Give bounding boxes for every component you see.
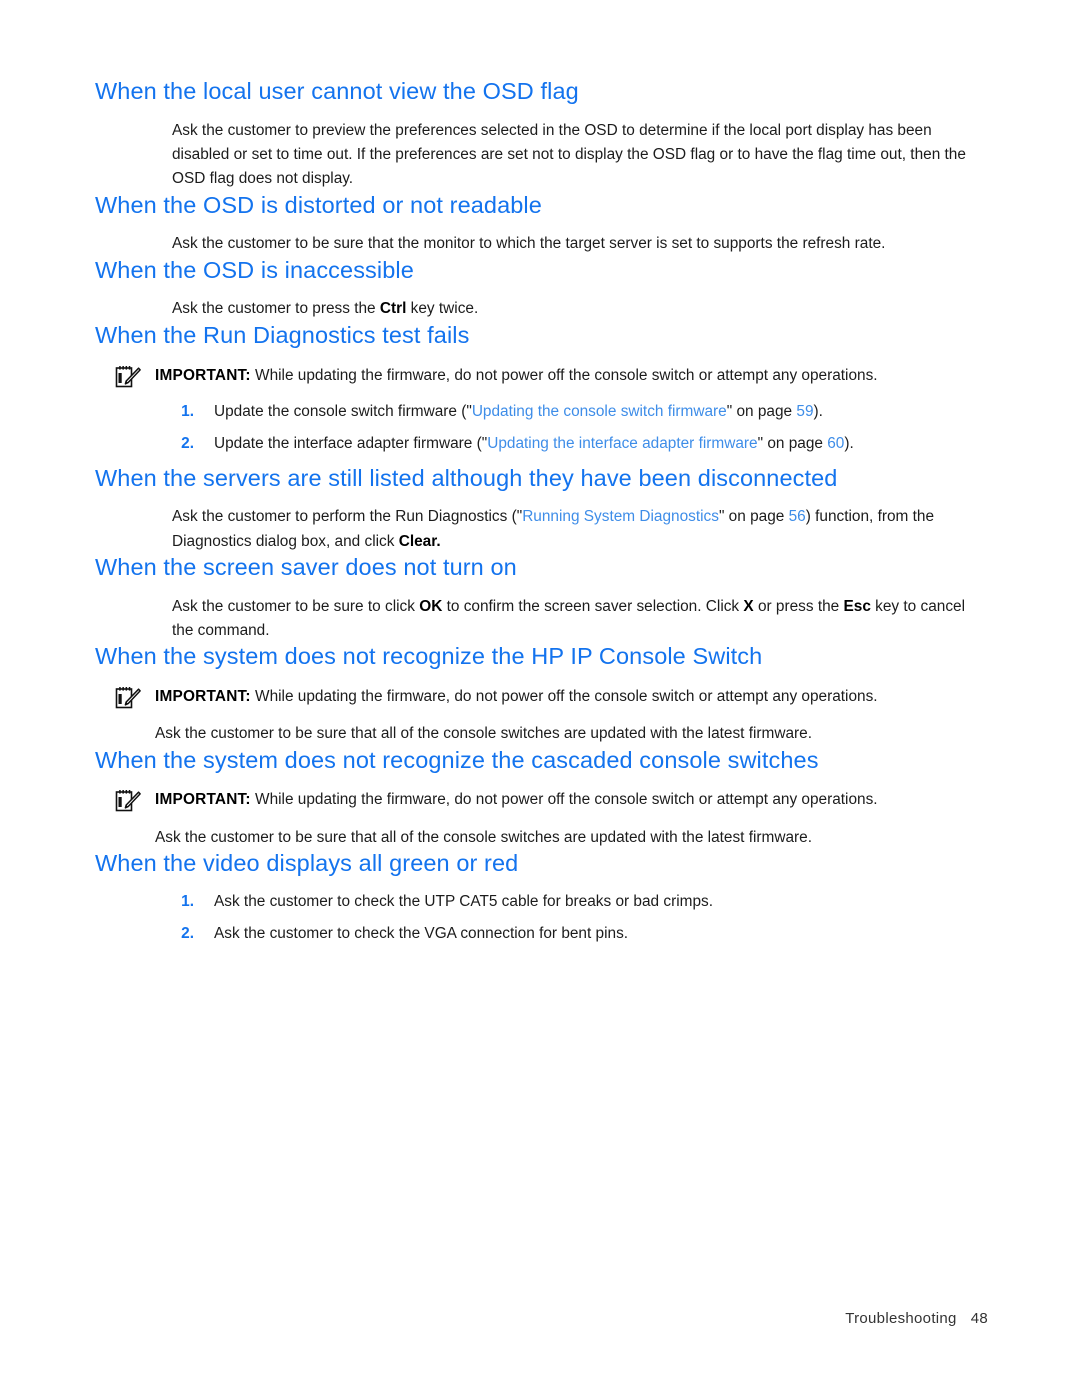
important-note-text: While updating the firmware, do not powe… (255, 687, 878, 705)
section-body-servers-still-listed: Ask the customer to perform the Run Diag… (172, 505, 990, 554)
important-note-label: IMPORTANT: (155, 791, 251, 809)
section-heading-run-diagnostics-fails: When the Run Diagnostics test fails (95, 321, 470, 348)
section-body-osd-distorted: Ask the customer to be sure that the mon… (172, 235, 886, 253)
section-heading-osd-inaccessible: When the OSD is inaccessible (95, 256, 414, 283)
important-note-run-diagnostics: IMPORTANT: While updating the firmware, … (115, 364, 990, 388)
section-heading-local-user-osd-flag: When the local user cannot view the OSD … (95, 78, 579, 104)
section-heading-hp-ip-console-switch: When the system does not recognize the H… (95, 643, 763, 670)
text-fragment: key twice. (406, 300, 479, 318)
section-heading-servers-still-listed: When the servers are still listed althou… (95, 464, 838, 491)
text-fragment: " on page (718, 508, 789, 526)
keyboard-key-esc: Esc (843, 597, 871, 615)
section-body-hp-ip-console-switch: Ask the customer to be sure that all of … (155, 725, 812, 743)
section-heading-screen-saver: When the screen saver does not turn on (95, 553, 517, 580)
important-note-label: IMPORTANT: (155, 366, 251, 384)
section-body-cascaded-console-switches: Ask the customer to be sure that all of … (155, 828, 812, 846)
list-item-number: 1. (181, 892, 194, 910)
text-fragment: Ask the customer to press the (172, 300, 380, 318)
important-note-text: While updating the firmware, do not powe… (255, 791, 878, 809)
list-item-text: Ask the customer to check the UTP CAT5 c… (214, 892, 713, 910)
ordered-list-video-green-or-red: 1. Ask the customer to check the UTP CAT5… (172, 890, 990, 947)
important-note-hp-ip-console-switch: IMPORTANT: While updating the firmware, … (115, 685, 990, 709)
ui-button-reference-x: X (743, 597, 754, 615)
list-item: 1. Ask the customer to check the UTP CAT5… (172, 890, 990, 914)
list-item-number: 1. (181, 402, 194, 420)
text-fragment: ). (844, 435, 854, 453)
cross-reference-link[interactable]: Updating the interface adapter firmware (487, 435, 757, 452)
section-heading-osd-distorted: When the OSD is distorted or not readabl… (95, 191, 542, 218)
list-item: 2. Ask the customer to check the VGA conn… (172, 922, 990, 946)
document-page: When the local user cannot view the OSD … (0, 0, 1080, 1397)
footer-page-number: 48 (970, 1310, 988, 1327)
list-item-number: 2. (181, 435, 194, 453)
list-item: 1. Update the console switch firmware ("U… (172, 400, 990, 424)
text-fragment: ). (813, 402, 823, 420)
page-footer: Troubleshooting 48 (0, 1310, 1080, 1327)
list-item: 2. Update the interface adapter firmware … (172, 432, 990, 456)
text-fragment: Update the console switch firmware (" (214, 402, 472, 420)
page-reference[interactable]: 60 (827, 435, 844, 452)
text-fragment: or press the (753, 597, 844, 615)
section-heading-video-green-or-red: When the video displays all green or red (95, 850, 519, 876)
page-reference[interactable]: 56 (789, 508, 806, 525)
text-fragment: Update the interface adapter firmware (" (214, 435, 488, 453)
text-fragment: Ask the customer to be sure to click (172, 597, 420, 615)
cross-reference-link[interactable]: Updating the console switch firmware (472, 403, 727, 420)
text-fragment: Ask the customer to perform the Run Diag… (172, 508, 523, 526)
page-reference[interactable]: 59 (796, 403, 813, 420)
important-note-icon (115, 789, 141, 813)
keyboard-key-ctrl: Ctrl (379, 300, 407, 318)
cross-reference-link[interactable]: Running System Diagnostics (522, 508, 719, 525)
important-note-icon (115, 365, 141, 389)
list-item-text: Ask the customer to check the VGA connec… (214, 925, 629, 943)
footer-chapter-label: Troubleshooting (845, 1310, 957, 1327)
important-note-text: While updating the firmware, do not powe… (255, 366, 878, 384)
section-body-local-user-osd-flag: Ask the customer to preview the preferen… (172, 121, 966, 188)
text-fragment: " on page (726, 402, 797, 420)
ui-button-reference-ok: OK (419, 597, 443, 615)
section-heading-cascaded-console-switches: When the system does not recognize the c… (95, 746, 819, 773)
ordered-list-run-diagnostics: 1. Update the console switch firmware ("U… (172, 400, 990, 457)
ui-button-reference-clear: Clear. (398, 532, 441, 550)
page-content: When the local user cannot view the OSD … (95, 78, 990, 954)
list-item-number: 2. (181, 925, 194, 943)
text-fragment: " on page (757, 435, 828, 453)
important-note-label: IMPORTANT: (155, 687, 251, 705)
important-note-icon (115, 686, 141, 710)
important-note-cascaded-console-switches: IMPORTANT: While updating the firmware, … (115, 788, 990, 812)
section-body-screen-saver: Ask the customer to be sure to click OK … (172, 595, 990, 644)
section-body-osd-inaccessible: Ask the customer to press the Ctrl key t… (172, 297, 990, 321)
text-fragment: to confirm the screen saver selection. C… (442, 597, 744, 615)
